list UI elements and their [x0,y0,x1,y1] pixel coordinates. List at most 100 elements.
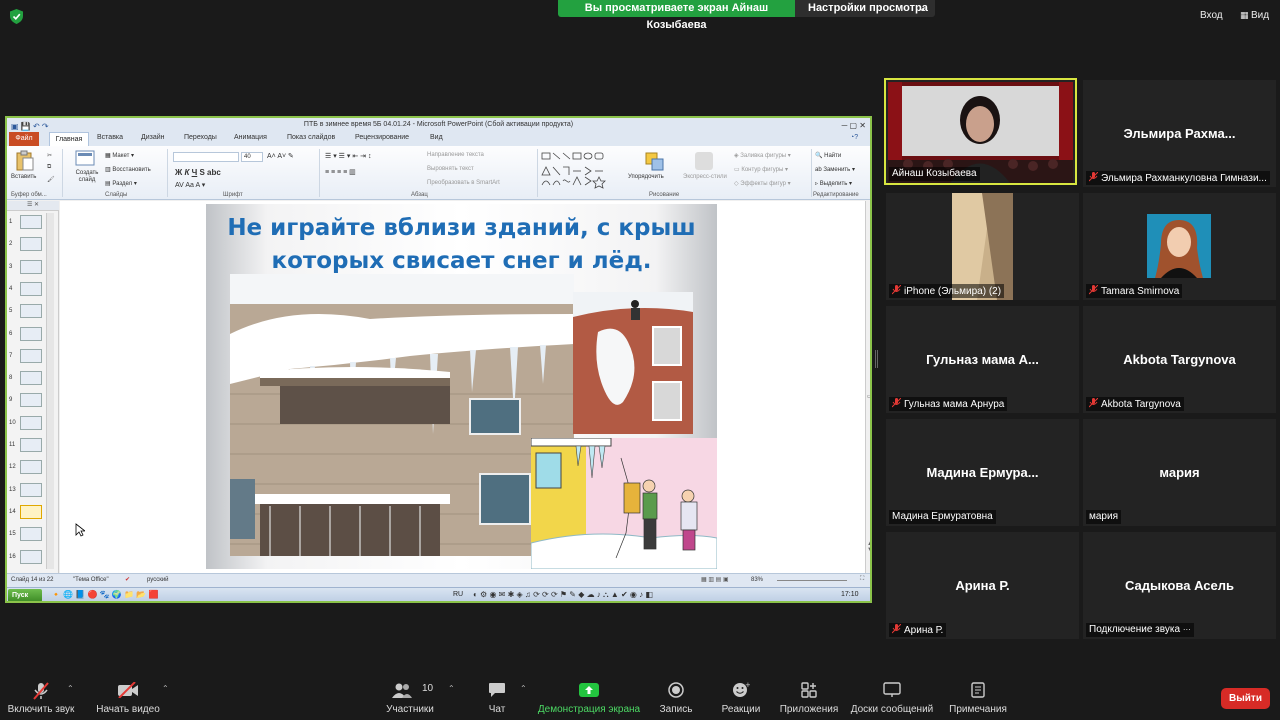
panel-tabs[interactable]: ☰ ✕ [7,201,59,211]
pp-tab-slideshow[interactable]: Показ слайдов [287,134,335,141]
unmute-button[interactable]: Включить звук [0,672,82,720]
reset-button[interactable]: ▥ Восстановить [105,166,151,173]
slide-thumbnail[interactable] [20,504,42,519]
reactions-button[interactable]: + Реакции [716,672,766,720]
participant-tile[interactable]: Мадина Ермура... Мадина Ермуратовна [886,419,1079,526]
shape-fill-button[interactable]: ◈ Заливка фигуры ▾ [734,152,791,159]
fit-window-icon[interactable]: ⛶ [860,576,864,583]
chat-button[interactable]: Чат [477,672,517,720]
pp-tab-design[interactable]: Дизайн [141,134,165,141]
format-painter-icon[interactable]: 🖌 [47,176,55,183]
slide-thumbnail[interactable] [20,304,42,319]
view-mode-icons[interactable]: ▦ ▥ ▤ ▣ [701,576,729,583]
slide-thumbnail[interactable] [20,527,42,542]
participant-tile[interactable]: мария мария [1083,419,1276,526]
keyboard-language[interactable]: RU [453,591,463,598]
pp-tab-review[interactable]: Рецензирование [355,134,409,141]
shape-outline-button[interactable]: ▭ Контур фигуры ▾ [734,166,788,173]
replace-button[interactable]: ab Заменить ▾ [815,166,855,173]
participant-tile[interactable]: Эльмира Рахма... Эльмира Рахманкуловна Г… [1083,80,1276,187]
slide-thumbnail[interactable] [20,460,42,475]
security-shield-icon[interactable] [10,9,23,24]
leave-button[interactable]: Выйти [1221,688,1270,709]
slide-thumbnail[interactable] [20,237,42,252]
list-icons[interactable]: ☰ ▾ ☰ ▾ ⇤ ⇥ ↕ [325,152,371,160]
scroll-thumb[interactable]: ▭ [867,393,870,400]
participant-tile-active-speaker[interactable]: Айнаш Козыбаева [884,78,1077,185]
spellcheck-icon[interactable]: ✔ [125,576,130,583]
shared-screen[interactable]: ▣ 💾 ↶ ↷ ПТБ в зимнее время 5Б 04.01.24 -… [5,116,872,603]
shapes-gallery-icon[interactable] [540,151,624,189]
participant-tile[interactable]: Садыкова Асель Подключение звука ··· [1083,532,1276,639]
font-format-icons[interactable]: Ж К Ч S abc [175,168,221,177]
taskbar-app-icons[interactable]: 🔸 🌐 📘 🔴 🐾 🌍 📁 📂 🟥 [51,590,158,599]
quick-styles-icon[interactable] [695,152,713,170]
slide-thumbnail[interactable] [20,348,42,363]
quick-styles-label[interactable]: Экспресс-стили [683,174,727,180]
slide-thumbnail[interactable] [20,393,42,408]
font-spacing-icons[interactable]: AV Aa A ▾ [175,181,205,189]
tray-icons[interactable]: ◐ ⚙ ◉ ✉ ✱ ◈ ♫ ⟳ ⟳ ⟳ ⚑ ✎ ◆ ☁ ♪ ⛬ ▲ ✔ ◉ ♪ … [473,590,653,600]
view-button[interactable]: ▦ Вид [1240,10,1269,21]
pp-tab-insert[interactable]: Вставка [97,134,123,141]
font-size-box[interactable]: 40 [241,152,263,162]
participant-tile[interactable]: iPhone (Эльмира) (2) [886,193,1079,300]
smartart-button[interactable]: Преобразовать в SmartArt [427,180,500,186]
pp-tab-home[interactable]: Главная [49,132,89,146]
layout-button[interactable]: ▦ Макет ▾ [105,152,134,159]
new-slide-icon[interactable] [75,150,95,168]
participant-tile[interactable]: Гульназ мама А... Гульназ мама Арнура [886,306,1079,413]
slide-thumbnail[interactable] [20,326,42,341]
find-button[interactable]: 🔍 Найти [815,152,841,159]
video-options-caret[interactable]: ⌃ [162,684,169,693]
enter-fullscreen-button[interactable]: Вход [1200,10,1223,21]
participant-tile[interactable]: Tamara Smirnova [1083,193,1276,300]
status-zoom[interactable]: 83% [751,577,763,583]
arrange-icon[interactable] [645,152,665,172]
select-button[interactable]: ▹ Выделить ▾ [815,180,852,187]
slide-thumbnail[interactable] [20,482,42,497]
align-text-button[interactable]: Выровнять текст [427,166,474,172]
text-direction-button[interactable]: Направление текста [427,152,484,158]
zoom-slider[interactable] [777,580,847,581]
current-slide[interactable]: Не играйте вблизи зданий, с крыш которых… [206,204,717,569]
pp-tab-file[interactable]: Файл [9,132,39,146]
pp-tab-view[interactable]: Вид [430,134,443,141]
thumbnail-scrollbar[interactable] [46,213,54,569]
notes-button[interactable]: Примечания [946,672,1010,720]
participant-tile[interactable]: Akbota Targynova Akbota Targynova [1083,306,1276,413]
scroll-arrows[interactable]: ▲▼ [867,541,870,553]
shape-effects-button[interactable]: ◇ Эффекты фигур ▾ [734,180,791,187]
arrange-label[interactable]: Упорядочить [628,174,664,180]
share-screen-button[interactable]: Демонстрация экрана [536,672,642,720]
chat-options-caret[interactable]: ⌃ [520,684,527,693]
participants-button[interactable]: 10 Участники [380,672,440,720]
slide-thumbnail[interactable] [20,549,42,564]
slide-thumbnail[interactable] [20,371,42,386]
whiteboards-button[interactable]: Доски сообщений [848,672,936,720]
slide-thumbnail[interactable] [20,259,42,274]
slide-thumbnail[interactable] [20,415,42,430]
paste-icon[interactable] [15,150,35,172]
participants-options-caret[interactable]: ⌃ [448,684,455,693]
new-slide-label[interactable]: Создать слайд [69,170,105,184]
slide-thumbnail[interactable] [20,438,42,452]
pp-tab-animation[interactable]: Анимация [234,134,267,141]
participant-tile[interactable]: Арина Р. Арина Р. [886,532,1079,639]
font-name-box[interactable] [173,152,239,162]
status-language[interactable]: русский [147,577,169,583]
start-video-button[interactable]: Начать видео [88,672,168,720]
paste-label[interactable]: Вставить [11,174,36,180]
cut-icon[interactable]: ✂ [47,152,52,159]
pp-tab-transitions[interactable]: Переходы [184,134,217,141]
help-icon[interactable]: ◔? [850,134,858,141]
apps-button[interactable]: Приложения [778,672,840,720]
view-settings-dropdown[interactable]: Настройки просмотра ⌄ [795,0,935,17]
font-grow-shrink-icons[interactable]: A˄ A˅ ✎ [267,152,294,160]
slide-thumbnail[interactable] [20,215,42,229]
audio-options-caret[interactable]: ⌃ [67,684,74,693]
section-button[interactable]: ▤ Раздел ▾ [105,180,137,187]
align-icons[interactable]: ≡ ≡ ≡ ≡ ▥ [325,168,356,176]
record-button[interactable]: Запись [654,672,698,720]
slide-thumbnail[interactable] [20,281,42,296]
